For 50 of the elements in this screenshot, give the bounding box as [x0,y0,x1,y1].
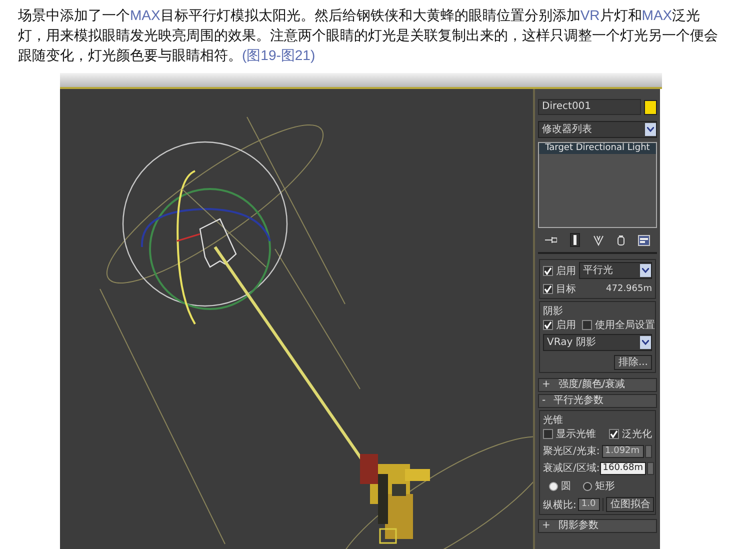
rollout-sign: + [542,379,550,391]
rollout-title: 平行光参数 [554,395,604,407]
rollout-header[interactable]: - 平行光参数 [538,394,657,408]
checkbox[interactable] [543,266,553,276]
group-title: 光锥 [543,414,564,427]
field-label: 纵横比: [543,498,576,512]
dropdown-value: VRay 阴影 [547,336,596,350]
rollout-header[interactable]: + 阴影参数 [538,519,657,533]
field-label: 衰减区/区域: [543,462,600,475]
rollout-header[interactable]: + 强度/颜色/衰减 [538,378,657,392]
modifier-stack-list[interactable]: Target Directional Light [538,142,657,228]
bin-icon[interactable] [617,234,626,246]
rollout-title: 强度/颜色/衰减 [558,379,626,391]
rollout-title: 阴影参数 [558,520,598,532]
falloff-field[interactable]: 160.68m [600,462,646,474]
modifier-list-dropdown[interactable]: 修改器列表 [538,121,657,138]
rollout-sign: - [542,395,546,407]
checkbox-label: 使用全局设置 [595,318,655,332]
light-type-dropdown[interactable]: 平行光 [579,262,652,279]
checkbox-label: 显示光锥 [556,428,596,441]
radio-button[interactable] [549,482,558,490]
radio-label: 圆 [561,480,571,493]
bitmap-fit-button[interactable]: 位图拟合 [606,497,654,512]
pin-icon[interactable] [544,235,557,245]
checkbox[interactable] [582,320,592,330]
shadow-type-dropdown[interactable]: VRay 阴影 [543,334,652,351]
group-title: 阴影 [543,305,564,318]
fork-icon[interactable] [592,234,604,246]
radio-button[interactable] [583,482,592,490]
checkbox-label: 泛光化 [622,428,652,441]
checkbox-label: 启用 [556,264,576,278]
target-distance-value: 472.965m [606,284,652,294]
field-label: 聚光区/光束: [543,444,600,458]
modifier-stack-item[interactable]: Target Directional Light [539,143,656,154]
show-end-result-icon[interactable] [570,233,580,247]
rollout-sign: + [542,520,550,532]
dropdown-value: 平行光 [583,264,613,278]
checkbox[interactable] [543,320,553,330]
dropdown-value: 修改器列表 [542,122,592,136]
configure-icon[interactable] [638,234,650,246]
checkbox[interactable] [609,429,619,439]
object-name-field[interactable]: Direct001 [538,99,641,115]
checkbox[interactable] [543,429,553,439]
radio-label: 矩形 [595,480,615,493]
checkbox[interactable] [543,284,553,294]
checkbox-label: 启用 [556,318,576,332]
exclude-button[interactable]: 排除... [614,355,652,370]
checkbox-label: 目标 [556,282,576,296]
object-color-swatch[interactable] [644,100,657,114]
article-paragraph: 场景中添加了一个MAX目标平行灯模拟太阳光。然后给钢铁侠和大黄蜂的眼睛位置分别添加VR片灯和MAX泛光灯，用来模拟眼睛发光映亮周围的效果。注意两个眼睛的灯光是关联复制出来的，这样只调整一个灯光另一个便会跟随变化，灯光颜色要与眼睛相符。(图19-图21) [18,6,718,65]
